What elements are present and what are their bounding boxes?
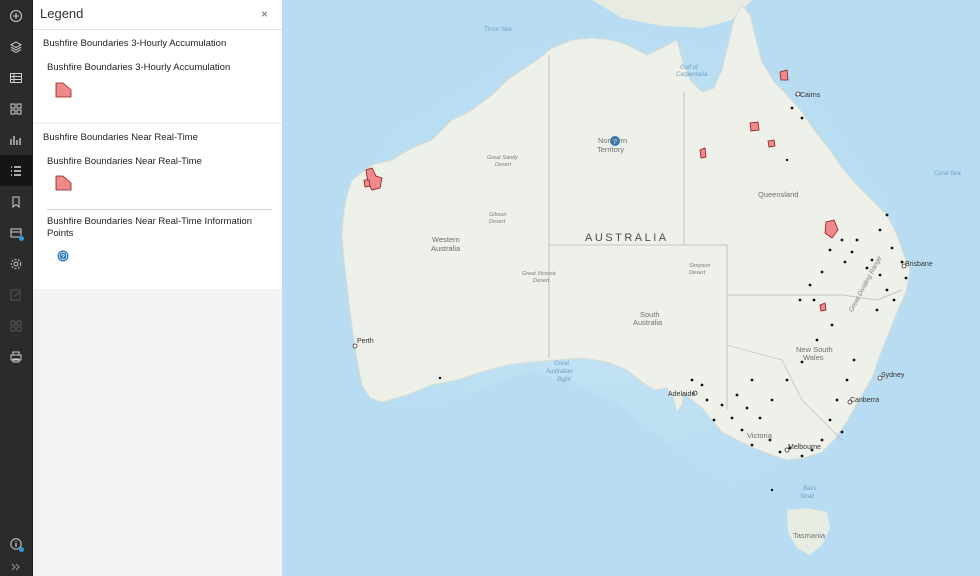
- map-label-city: Canberra: [850, 397, 880, 404]
- info-icon[interactable]: [0, 528, 32, 559]
- legend-header: Legend ×: [33, 0, 282, 30]
- map-label-desert: Desert: [689, 270, 706, 276]
- map-label-region: Western: [432, 235, 460, 244]
- map-label-bight: Australian: [546, 369, 573, 375]
- symbol-label: Bushfire Boundaries 3-Hourly Accumulatio…: [47, 62, 231, 73]
- legend-panel: Legend × Bushfire Boundaries 3-Hourly Ac…: [33, 0, 282, 576]
- layer-title: Bushfire Boundaries Near Real-Time: [43, 132, 198, 143]
- edit-icon[interactable]: [0, 279, 32, 310]
- grid-icon[interactable]: [0, 310, 32, 341]
- gear-icon[interactable]: [0, 248, 32, 279]
- notification-dot: [19, 236, 24, 241]
- legend-title: Legend: [40, 6, 84, 21]
- symbol-label: Bushfire Boundaries Near Real-Time: [47, 156, 202, 167]
- map-label-region: Victoria: [747, 431, 772, 440]
- map-label-bight: Great: [554, 361, 570, 367]
- legend-layer-card: Bushfire Boundaries 3-Hourly Accumulatio…: [33, 30, 282, 122]
- notification-dot: [19, 547, 24, 552]
- map-label-region: Australia: [633, 318, 663, 327]
- map-label-desert: Desert: [489, 219, 506, 225]
- map-label-desert: Great Sandy: [487, 155, 518, 161]
- polygon-symbol-icon: [55, 82, 72, 98]
- svg-text:?: ?: [61, 253, 65, 260]
- basemap-grid-icon[interactable]: [0, 93, 32, 124]
- map-label-bass-strait: Bass: [803, 486, 817, 492]
- map-label-bight: Bight: [557, 377, 571, 383]
- map-view[interactable]: ? Timor Sea Gulf of Carpentaria Coral Se…: [282, 0, 980, 576]
- chart-icon[interactable]: [0, 124, 32, 155]
- legend-layer-card: Bushfire Boundaries Near Real-Time Bushf…: [33, 124, 282, 289]
- map-label-region: Queensland: [758, 190, 799, 199]
- map-label-region: Australia: [431, 244, 461, 253]
- map-label-gulf: Carpentaria: [676, 72, 708, 78]
- symbol-label: Bushfire Boundaries Near Real-Time Infor…: [47, 216, 253, 239]
- map-label-desert: Great Victoria: [522, 271, 556, 277]
- map-label-city: Brisbane: [905, 261, 933, 268]
- map-label-desert: Desert: [533, 278, 550, 284]
- map-label-desert: Gibson: [489, 212, 507, 218]
- map-canvas: ?: [322, 0, 922, 555]
- close-icon[interactable]: ×: [261, 7, 268, 21]
- map-label-gulf: Gulf of: [680, 65, 698, 71]
- layer-title: Bushfire Boundaries 3-Hourly Accumulatio…: [43, 38, 227, 49]
- legend-list-icon[interactable]: [0, 155, 32, 186]
- map-label-city: Melbourne: [788, 444, 822, 451]
- layers-icon[interactable]: [0, 31, 32, 62]
- divider: [47, 209, 272, 210]
- map-label-desert: Desert: [495, 162, 512, 168]
- map-label-region: Northern: [598, 136, 628, 145]
- bookmark-icon[interactable]: [0, 186, 32, 217]
- table-icon[interactable]: [0, 62, 32, 93]
- map-label-timor-sea: Timor Sea: [484, 27, 512, 33]
- map-label-region: Wales: [803, 353, 824, 362]
- map-label-region: Territory: [597, 145, 625, 154]
- map-label-city: Perth: [357, 338, 374, 345]
- print-icon[interactable]: [0, 341, 32, 372]
- map-label-region: Tasmania: [793, 531, 826, 540]
- polygon-symbol-icon: [55, 175, 72, 191]
- map-label-city: Cairns: [800, 92, 821, 99]
- map-label-city: Sydney: [881, 372, 905, 379]
- map-label-country: AUSTRALIA: [585, 232, 669, 244]
- map-label-coral-sea: Coral Sea: [934, 171, 961, 177]
- expand-chevron-icon[interactable]: [0, 558, 32, 576]
- add-circle-icon[interactable]: [0, 0, 32, 31]
- map-label-bass-strait: Strait: [800, 494, 815, 500]
- map-label-city: Adelaide: [668, 391, 696, 398]
- filter-settings-icon[interactable]: [0, 217, 32, 248]
- info-point-symbol-icon: ?: [57, 250, 69, 262]
- toolbar: [0, 0, 33, 576]
- map-label-desert: Simpson: [689, 263, 711, 269]
